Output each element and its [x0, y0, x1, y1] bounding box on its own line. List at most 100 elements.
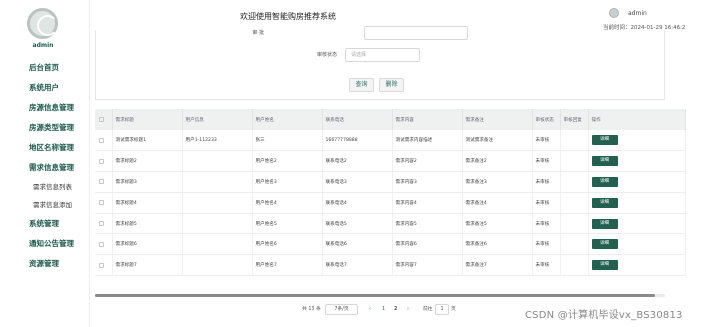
table-cell: 未审核	[532, 213, 561, 235]
table-cell: 详细	[588, 233, 686, 256]
column-header: 审核状态	[532, 109, 561, 130]
scrollbar-thumb[interactable]	[95, 294, 655, 297]
table-cell: 用户姓名4	[252, 192, 323, 214]
column-header: 需求标题	[112, 109, 183, 130]
table-cell: 需求内容5	[392, 213, 463, 235]
detail-button[interactable]: 详细	[591, 135, 618, 146]
table-cell	[182, 192, 253, 214]
horizontal-scrollbar[interactable]	[95, 294, 665, 297]
table-cell: 需求标题4	[112, 192, 183, 214]
sidebar-item-2[interactable]: 房源信息管理	[0, 98, 86, 118]
table-cell	[182, 254, 253, 277]
goto-page-input[interactable]: 1	[435, 304, 449, 315]
table-row[interactable]: 需求标题4 用户姓名4 联系电话4 需求内容4 需求备注4 未审核 详细	[95, 192, 686, 214]
table-cell: 未审核	[532, 192, 561, 214]
row-checkbox[interactable]	[99, 221, 104, 227]
sidebar-item-1[interactable]: 系统用户	[0, 78, 86, 98]
sidebar-item-3[interactable]: 房源类型管理	[0, 118, 86, 138]
detail-button[interactable]: 详细	[591, 176, 618, 187]
table-cell: 16677778888	[322, 130, 393, 152]
prev-page-button[interactable]: ‹	[369, 304, 371, 315]
column-header: 需求备注	[462, 109, 533, 130]
page-1-button[interactable]: 1	[382, 304, 385, 315]
table-cell	[182, 233, 253, 256]
detail-button[interactable]: 详细	[591, 197, 618, 208]
table-cell	[560, 213, 589, 235]
table-cell: 需求备注5	[462, 213, 533, 235]
sidebar-item-0[interactable]: 后台首页	[0, 58, 86, 78]
sidebar-item-4[interactable]: 地区名称管理	[0, 138, 86, 158]
sidebar-username: admin	[32, 42, 54, 49]
detail-button[interactable]: 详细	[591, 156, 618, 167]
table-cell: 未审核	[532, 150, 561, 173]
table-row[interactable]: 需求标题3 用户姓名3 联系电话3 需求内容3 需求备注3 未审核 详细	[95, 171, 686, 193]
table-cell: 联系电话7	[322, 254, 393, 277]
sidebar-item-7[interactable]: 需求信息添加	[0, 196, 86, 214]
table-cell	[560, 171, 589, 193]
select-all-checkbox[interactable]	[99, 117, 104, 122]
table-row[interactable]: 测试需求标题1 用户1-112233 张三 16677778888 测试需求内容描述 测试…	[95, 130, 686, 152]
filter-input-1[interactable]	[364, 26, 468, 40]
goto-label: 前往	[423, 307, 433, 312]
table-cell: 需求标题5	[112, 213, 183, 235]
row-checkbox[interactable]	[99, 179, 104, 185]
header-username[interactable]: admin	[628, 10, 647, 17]
sidebar-item-5[interactable]: 需求信息管理	[0, 158, 86, 178]
search-button[interactable]: 查询	[349, 78, 374, 92]
table-row[interactable]: 需求标题6 用户姓名6 联系电话6 需求内容6 需求备注6 未审核 详细	[95, 233, 686, 256]
table-cell: 未审核	[532, 254, 561, 277]
row-checkbox-cell	[95, 150, 113, 173]
table-cell: 需求内容4	[392, 192, 463, 214]
sidebar-item-10[interactable]: 资源管理	[0, 254, 86, 274]
row-checkbox[interactable]	[99, 158, 104, 164]
table-cell	[182, 150, 253, 173]
detail-button[interactable]: 详细	[591, 260, 618, 271]
table-cell: 详细	[588, 192, 686, 214]
table-cell: 用户姓名5	[252, 213, 323, 235]
table-cell	[560, 233, 589, 256]
detail-button[interactable]: 详细	[591, 239, 618, 250]
table-cell: 测试需求备注	[462, 130, 533, 152]
pagination-total: 共 13 条	[302, 307, 321, 312]
table-cell: 用户姓名3	[252, 171, 323, 193]
row-checkbox-cell	[95, 254, 113, 277]
table-cell: 联系电话4	[322, 192, 393, 214]
sidebar-item-8[interactable]: 系统管理	[0, 214, 86, 234]
next-page-button[interactable]: ›	[407, 304, 409, 315]
delete-button[interactable]: 删除	[379, 78, 404, 92]
page-size-select[interactable]: 7条/页	[325, 304, 358, 315]
table-cell: 需求标题2	[112, 150, 183, 173]
table-cell: 需求标题7	[112, 254, 183, 277]
table-cell: 需求内容2	[392, 150, 463, 173]
user-avatar-icon[interactable]	[609, 8, 619, 18]
column-header: 用户信息	[182, 109, 253, 130]
row-checkbox[interactable]	[99, 262, 104, 268]
column-header: 操作	[588, 109, 686, 130]
avatar[interactable]	[27, 8, 58, 39]
table-cell: 用户1-112233	[182, 130, 253, 152]
table-cell: 联系电话6	[322, 233, 393, 256]
table-cell: 需求备注3	[462, 171, 533, 193]
table-cell: 需求内容7	[392, 254, 463, 277]
table-cell: 需求标题3	[112, 171, 183, 193]
detail-button[interactable]: 详细	[591, 218, 618, 229]
table-cell: 未审核	[532, 130, 561, 152]
row-checkbox[interactable]	[99, 200, 104, 206]
table-cell: 需求备注2	[462, 150, 533, 173]
sidebar-item-9[interactable]: 通知公告管理	[0, 234, 86, 254]
table-row[interactable]: 需求标题7 用户姓名7 联系电话7 需求内容7 需求备注7 未审核 详细	[95, 254, 686, 277]
table-cell: 需求备注4	[462, 192, 533, 214]
page-2-button[interactable]: 2	[394, 304, 397, 315]
table-row[interactable]: 需求标题2 用户姓名2 联系电话2 需求内容2 需求备注2 未审核 详细	[95, 150, 686, 173]
table-cell: 用户姓名2	[252, 150, 323, 173]
sidebar-item-6[interactable]: 需求信息列表	[0, 178, 86, 196]
status-filter-select[interactable]: 请选择	[345, 48, 420, 62]
row-checkbox[interactable]	[99, 137, 104, 143]
table-cell: 用户姓名7	[252, 254, 323, 277]
table-cell: 需求备注7	[462, 254, 533, 277]
select-all-header[interactable]	[95, 109, 113, 130]
table-row[interactable]: 需求标题5 用户姓名5 联系电话5 需求内容5 需求备注5 未审核 详细	[95, 213, 686, 235]
table-cell	[560, 150, 589, 173]
row-checkbox[interactable]	[99, 241, 104, 247]
table-cell	[560, 130, 589, 152]
